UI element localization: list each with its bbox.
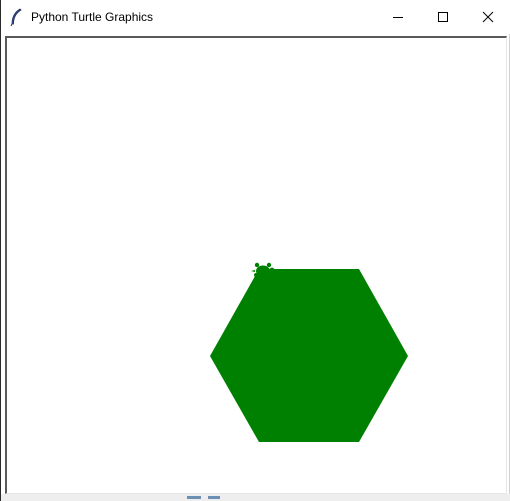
- window-title: Python Turtle Graphics: [31, 10, 154, 24]
- turtle-window: Python Turtle Graphics: [0, 0, 510, 501]
- close-button[interactable]: [465, 0, 510, 34]
- turtle-icon: [251, 262, 275, 277]
- minimize-icon: [392, 17, 403, 18]
- turtle-canvas[interactable]: [5, 36, 507, 494]
- maximize-button[interactable]: [420, 0, 465, 34]
- maximize-icon: [437, 12, 448, 22]
- close-icon: [482, 11, 493, 23]
- title-bar[interactable]: Python Turtle Graphics: [1, 0, 510, 34]
- feather-icon: [10, 8, 22, 26]
- minimize-button[interactable]: [375, 0, 420, 34]
- taskbar-indicator: [187, 496, 201, 499]
- drawing-surface: [210, 262, 408, 442]
- taskbar-indicator: [208, 496, 220, 499]
- green-hexagon: [210, 269, 408, 442]
- taskbar-edge: [1, 494, 510, 501]
